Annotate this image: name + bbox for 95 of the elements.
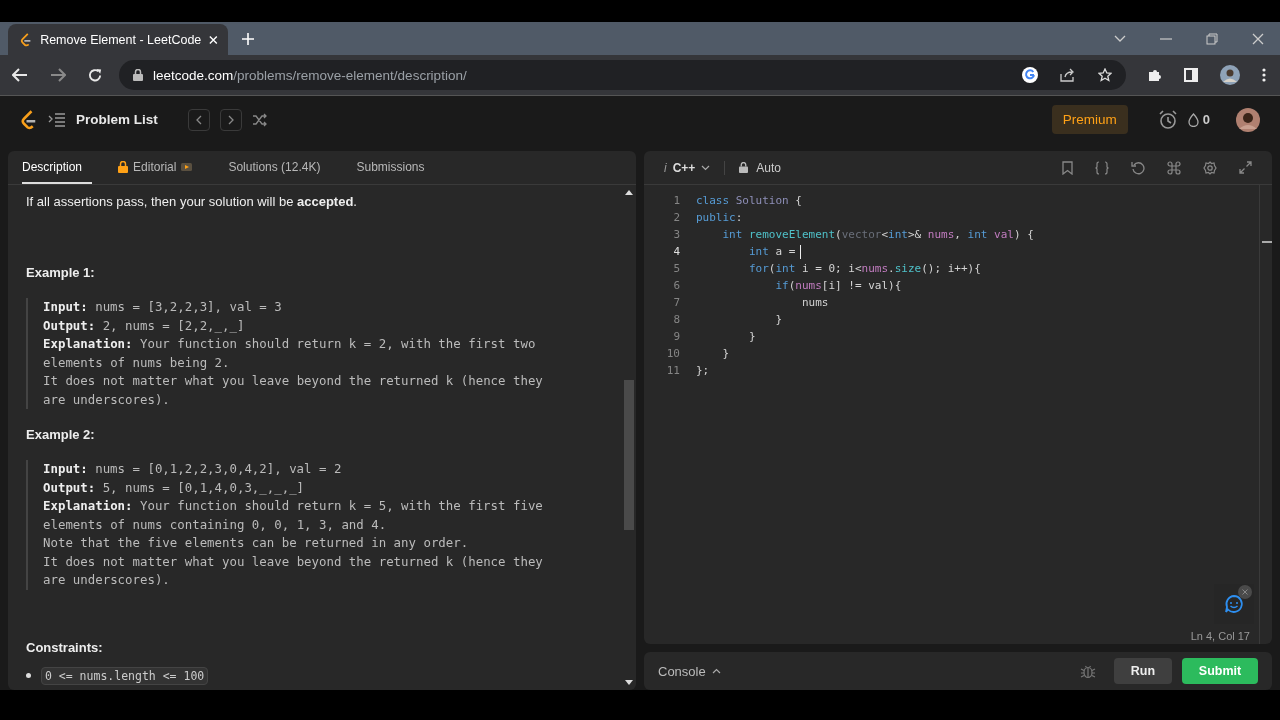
- chevron-down-icon: [701, 164, 711, 171]
- code-line[interactable]: }: [696, 345, 730, 362]
- example-line: are underscores).: [43, 390, 171, 409]
- code-line[interactable]: int removeElement(vector<int>& nums, int val) {: [696, 226, 1034, 243]
- line-number: 5: [672, 261, 681, 277]
- mode-label: Auto: [756, 160, 782, 175]
- problem-list-link[interactable]: Problem List: [76, 112, 158, 127]
- constraints-heading: Constraints:: [26, 639, 104, 655]
- reset-icon[interactable]: [1131, 160, 1145, 175]
- url-text[interactable]: leetcode.com/problems/remove-element/description/: [153, 67, 467, 83]
- constraint-code: 0 <= nums.length <= 100: [41, 666, 209, 685]
- scroll-thumb[interactable]: [624, 380, 634, 531]
- braces-icon[interactable]: [1095, 160, 1109, 175]
- line-number: 1: [672, 193, 681, 209]
- share-icon[interactable]: [1060, 68, 1076, 82]
- example-line: Output: 5, nums = [0,1,4,0,3,_,_,_]: [43, 478, 306, 497]
- code-line[interactable]: }: [696, 328, 756, 345]
- lock-icon: [118, 160, 129, 173]
- close-icon[interactable]: [209, 34, 218, 45]
- line-number: 6: [672, 278, 681, 294]
- line-number: 2: [672, 210, 681, 226]
- panel-tab[interactable]: Description: [22, 151, 93, 184]
- list-icon[interactable]: [48, 112, 66, 127]
- back-icon[interactable]: [12, 68, 28, 82]
- panel-tab[interactable]: Submissions: [356, 151, 435, 184]
- chevron-up-icon: [711, 668, 721, 674]
- code-line[interactable]: };: [696, 362, 710, 379]
- avatar-icon[interactable]: [1220, 65, 1240, 85]
- language-dropdown[interactable]: i C++: [664, 160, 711, 175]
- code-line[interactable]: class Solution {: [696, 192, 802, 209]
- scroll-down-icon[interactable]: [625, 680, 633, 686]
- bug-icon[interactable]: [1080, 663, 1096, 679]
- bookmark-icon[interactable]: [1062, 160, 1073, 175]
- example-line: Input: nums = [0,1,2,2,3,0,4,2], val = 2: [43, 460, 343, 478]
- line-number: 10: [665, 346, 681, 362]
- smiley-chat-icon: [1224, 594, 1244, 614]
- example-line: Explanation: Your function should return k = 2, with the first two: [43, 335, 537, 353]
- sidebar-icon[interactable]: [1184, 68, 1198, 82]
- example-line: Output: 2, nums = [2,2,_,_]: [43, 316, 246, 335]
- chevron-left-icon: [194, 114, 203, 125]
- lock-icon: [739, 162, 749, 173]
- close-window-icon[interactable]: [1252, 32, 1264, 45]
- line-number: 8: [672, 312, 681, 328]
- example-line: Input: nums = [3,2,2,3], val = 3: [43, 298, 283, 316]
- example-line: It does not matter what you leave beyond the returned k (hence they: [43, 552, 544, 571]
- reload-icon[interactable]: [88, 67, 103, 83]
- star-icon[interactable]: [1098, 68, 1112, 82]
- line-number: 3: [672, 227, 681, 243]
- example-heading: Example 1:: [26, 265, 96, 280]
- panel-tab[interactable]: Solutions (12.4K): [228, 151, 331, 184]
- avatar-icon[interactable]: [1236, 107, 1260, 132]
- shuffle-icon[interactable]: [251, 112, 268, 127]
- scroll-up-icon[interactable]: [625, 189, 633, 195]
- leetcode-logo-icon: [20, 31, 33, 48]
- example-line: elements of nums being 2.: [43, 353, 231, 372]
- example-line: It does not matter what you leave beyond the returned k (hence they: [43, 372, 544, 390]
- run-button[interactable]: Run: [1114, 658, 1172, 684]
- puzzle-icon[interactable]: [1148, 68, 1162, 82]
- example-line: are underscores).: [43, 571, 171, 589]
- premium-button[interactable]: Premium: [1051, 105, 1128, 134]
- restore-icon[interactable]: [1206, 32, 1218, 45]
- more-icon[interactable]: [1262, 68, 1266, 82]
- example-line: Explanation: Your function should return k = 5, with the first five: [43, 497, 544, 515]
- chevron-down-icon[interactable]: [1114, 34, 1126, 43]
- lock-icon: [133, 69, 143, 81]
- cursor-position: Ln 4, Col 17: [1190, 630, 1250, 642]
- command-icon[interactable]: [1167, 160, 1181, 175]
- alarm-clock-icon[interactable]: [1157, 109, 1178, 130]
- new-tab-icon[interactable]: [242, 32, 254, 45]
- minimize-icon[interactable]: [1160, 37, 1172, 40]
- settings-icon[interactable]: [1203, 160, 1217, 175]
- line-number: 11: [665, 363, 681, 379]
- code-line[interactable]: int a =: [696, 243, 802, 260]
- code-line[interactable]: nums: [696, 294, 829, 311]
- leetcode-logo-icon[interactable]: [20, 109, 38, 130]
- example-heading: Example 2:: [26, 427, 96, 442]
- panel-tab[interactable]: Editorial: [118, 151, 203, 184]
- forward-icon[interactable]: [50, 68, 66, 82]
- bullet-icon: [26, 673, 31, 678]
- example-line: Note that the five elements can be returned in any order.: [43, 534, 470, 552]
- example-line: elements of nums containing 0, 0, 1, 3, and 4.: [43, 515, 388, 534]
- code-line[interactable]: for(int i = 0; i<nums.size(); i++){: [696, 260, 981, 277]
- code-line[interactable]: }: [696, 311, 783, 328]
- console-toggle[interactable]: Console: [658, 663, 721, 679]
- expand-icon[interactable]: [1239, 161, 1252, 174]
- code-line[interactable]: if(nums[i] != val){: [696, 277, 902, 294]
- chevron-right-icon: [226, 114, 235, 125]
- streak-count: 0: [1202, 112, 1210, 127]
- paragraph-text: If all assertions pass, then your solution will be accepted.: [26, 194, 358, 209]
- video-icon: [181, 162, 193, 171]
- google-icon[interactable]: [1022, 67, 1038, 83]
- line-number: 4: [672, 244, 681, 260]
- line-number: 7: [672, 295, 681, 311]
- line-number: 9: [672, 329, 681, 345]
- code-line[interactable]: public:: [696, 209, 743, 226]
